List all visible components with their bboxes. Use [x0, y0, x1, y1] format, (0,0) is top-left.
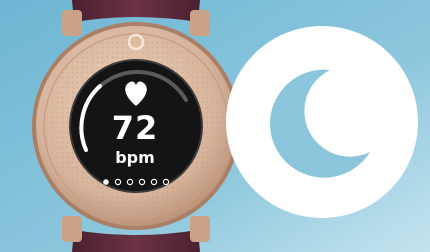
watch-lug	[62, 216, 82, 242]
watch-lug	[62, 10, 82, 36]
scene	[0, 0, 430, 252]
heart-rate-value: 72	[111, 109, 159, 147]
sleep-badge	[226, 26, 418, 218]
watch-lug	[190, 10, 210, 36]
page-dot-active	[103, 179, 109, 185]
heart-rate-unit: bpm	[115, 148, 155, 167]
watch-lug	[190, 216, 210, 242]
